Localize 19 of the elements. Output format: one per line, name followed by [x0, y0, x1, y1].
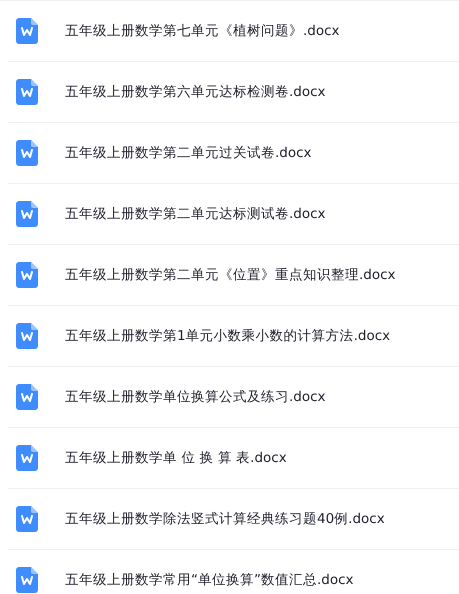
word-document-icon	[16, 323, 38, 349]
file-name[interactable]: 五年级上册数学单位换算公式及练习.docx	[65, 388, 326, 406]
word-document-icon	[16, 262, 38, 288]
file-name[interactable]: 五年级上册数学第1单元小数乘小数的计算方法.docx	[65, 327, 390, 345]
word-document-icon	[16, 140, 38, 166]
word-document-icon	[16, 79, 38, 105]
word-document-icon	[16, 445, 38, 471]
word-document-icon	[16, 201, 38, 227]
word-document-icon	[16, 384, 38, 410]
file-name[interactable]: 五年级上册数学第七单元《植树问题》.docx	[65, 22, 340, 40]
word-document-icon	[16, 18, 38, 44]
word-document-icon	[16, 506, 38, 532]
file-name[interactable]: 五年级上册数学单 位 换 算 表.docx	[65, 449, 287, 467]
file-name[interactable]: 五年级上册数学除法竖式计算经典练习题40例.docx	[65, 510, 385, 528]
file-name[interactable]: 五年级上册数学第二单元过关试卷.docx	[65, 144, 312, 162]
file-name[interactable]: 五年级上册数学第二单元《位置》重点知识整理.docx	[65, 266, 396, 284]
file-name[interactable]: 五年级上册数学常用“单位换算”数值汇总.docx	[65, 571, 354, 589]
file-name[interactable]: 五年级上册数学第六单元达标检测卷.docx	[65, 83, 326, 101]
file-name[interactable]: 五年级上册数学第二单元达标测试卷.docx	[65, 205, 326, 223]
